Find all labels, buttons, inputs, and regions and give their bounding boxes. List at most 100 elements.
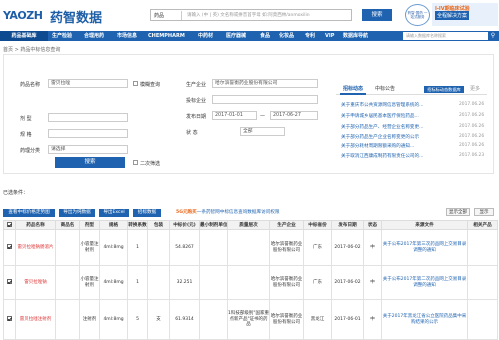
- secondary-filter-checkbox[interactable]: [133, 160, 138, 165]
- cell-date: 2017-06-01: [331, 299, 364, 340]
- cell-spec: 4ml:8mg: [99, 265, 128, 300]
- global-search-button[interactable]: 搜索: [362, 9, 392, 21]
- purchase-tip[interactable]: 5G元购买一条药智网中标信息查询数据库访问权限: [176, 209, 279, 215]
- nav-item-production[interactable]: 生产检验: [52, 31, 72, 41]
- row-checkbox[interactable]: [3, 299, 16, 340]
- date-from-input[interactable]: 2017-01-01: [212, 111, 257, 120]
- news-date: 2017.06.23: [459, 153, 485, 158]
- drug-name-label: 药品名称: [20, 82, 41, 88]
- cell-drug-name[interactable]: 雷贝拉唑注射剂: [15, 299, 56, 340]
- th: 来源文件: [381, 220, 468, 230]
- th: 状态: [363, 220, 382, 230]
- bid-data-button[interactable]: 招标数据: [133, 209, 161, 217]
- global-search-box[interactable]: 药品 请输入 (中 | 英) 文名称或拼音首字母 如:阿莫西林/anmoxili…: [150, 9, 352, 21]
- status-select[interactable]: 全部: [240, 127, 285, 136]
- news-date: 2017.06.26: [459, 143, 485, 148]
- cell-drug-name[interactable]: 雷贝拉唑钠肠溶片: [15, 229, 56, 266]
- cell-quality: [227, 265, 270, 300]
- cell-date: 2017-06-02: [331, 229, 364, 266]
- news-item[interactable]: 关于部分药品生产企业名称变更的公示: [341, 134, 419, 140]
- nav-item-herbs[interactable]: 中药材: [198, 31, 213, 41]
- table-header: 药品名称 商品名 剂型 规格 转换系数 包装 中标价(元) 最小制剂单位价格 质…: [3, 220, 498, 230]
- search-button[interactable]: 搜索: [55, 157, 125, 168]
- cell-related: [467, 299, 498, 340]
- cell-related: [467, 265, 498, 300]
- producer-label: 生产企业: [186, 82, 207, 88]
- table-row: 雷贝拉唑注射剂 注射剂 4ml:8mg 5 支 61.9314 1科技部级别"国…: [3, 299, 498, 340]
- producer-input[interactable]: 哈尔滨誉衡药业股份有限公司: [212, 79, 318, 88]
- promo-logo: 药智·国药 一站式服务: [405, 4, 430, 26]
- export-excel-button[interactable]: 导出Excel: [99, 209, 129, 217]
- news-item[interactable]: 关于取消江西康成制药有限责任公司的...: [341, 153, 423, 159]
- th: 规格: [99, 220, 128, 230]
- news-item[interactable]: 关于部分耗材周期限额采购的通知...: [341, 143, 414, 149]
- global-search-input[interactable]: 请输入 (中 | 英) 文名称或拼音首字母 如:阿莫西林/anmoxilin: [187, 12, 310, 18]
- nav-item-cosmetics[interactable]: 化妆品: [279, 31, 294, 41]
- cell-source[interactable]: 关于公布2017年第二次药品网上交易目录调整的通知: [381, 265, 468, 300]
- th: 最小制剂单位价格: [199, 220, 228, 230]
- nav-item-patent[interactable]: 专利: [305, 31, 315, 41]
- cell-source[interactable]: 关于公布2017年第三次药品网上交易目录调整的通知: [381, 229, 468, 266]
- cell-unit-price: [199, 229, 228, 266]
- news-item[interactable]: 关于部分药品生产、经营企业名称变更...: [341, 124, 423, 130]
- news-date: 2017.06.26: [459, 113, 485, 118]
- cell-source[interactable]: 关于2017年黑龙江省公立医院药品集中采购结果的公示: [381, 299, 468, 340]
- th: 发布日期: [331, 220, 364, 230]
- cell-status: 中: [363, 229, 382, 266]
- cell-price: 61.9314: [169, 299, 200, 340]
- th: 质量层次: [227, 220, 270, 230]
- search-icon[interactable]: ⚲: [489, 32, 497, 40]
- tab-bid-news[interactable]: 招标动态: [340, 84, 366, 95]
- news-item[interactable]: 关于申请城乡居民基本医疗保险药品...: [341, 113, 419, 119]
- bid-company-label: 投标企业: [186, 98, 207, 104]
- selected-conditions: 已选条件：: [3, 190, 29, 196]
- row-checkbox[interactable]: [3, 229, 16, 266]
- cell-status: 中: [363, 299, 382, 340]
- price-trend-button[interactable]: 查看中标价格走势图: [3, 209, 55, 217]
- cell-form: 注射剂: [79, 299, 100, 340]
- cell-spec: 4ml:8mg: [99, 229, 128, 266]
- dosage-input[interactable]: [48, 113, 128, 122]
- drug-name-input[interactable]: 雷贝拉唑: [48, 79, 128, 88]
- nav-item-vip[interactable]: VIP: [325, 31, 334, 41]
- nav-search-input[interactable]: 请输入数据库名称搜索: [403, 32, 488, 40]
- nav-item-market[interactable]: 市场信息: [117, 31, 137, 41]
- site-logo[interactable]: YAOZH: [3, 9, 43, 22]
- nav-item-food[interactable]: 食品: [260, 31, 270, 41]
- export-data-button[interactable]: 导出为纯数据: [59, 209, 95, 217]
- promo-banner[interactable]: I-IV期临床试验 全程解决方案: [432, 3, 498, 26]
- news-more-link[interactable]: 更多: [470, 84, 480, 95]
- nav-item-db-nav[interactable]: 数据库导航: [343, 31, 368, 41]
- cell-company: 哈尔滨誉衡药业股份有限公司: [269, 229, 304, 266]
- category-select[interactable]: 请选择: [48, 145, 128, 154]
- nav-item-rational-use[interactable]: 合理用药: [84, 31, 104, 41]
- dosage-label: 剂 型: [20, 116, 32, 122]
- th-select[interactable]: [3, 220, 16, 230]
- fuzzy-checkbox[interactable]: [133, 81, 138, 86]
- row-checkbox[interactable]: [3, 265, 16, 300]
- nav-item-chempharm[interactable]: CHEMPHARM: [148, 31, 185, 41]
- tab-award-notice[interactable]: 中标公告: [372, 84, 398, 95]
- news-tabs: 招标动态 中标公告 招标标动态数据库 更多: [336, 84, 487, 95]
- date-to-input[interactable]: 2017-06-27: [270, 111, 318, 120]
- th: 转换系数: [127, 220, 148, 230]
- bid-company-input[interactable]: [212, 95, 318, 104]
- nav-item-devices[interactable]: 医疗器械: [226, 31, 246, 41]
- nav-item-drug-base[interactable]: 药品基础库: [0, 31, 48, 41]
- bid-db-tag[interactable]: 招标标动态数据库: [424, 86, 464, 93]
- show-all-button[interactable]: 显示全部: [446, 208, 470, 216]
- cell-date: 2017-06-02: [331, 265, 364, 300]
- search-category-select[interactable]: 药品: [152, 11, 182, 20]
- news-item[interactable]: 关于重庆市公共资源网信息管理系统的...: [341, 102, 423, 108]
- cell-coef: 1: [127, 229, 148, 266]
- site-logo-cn[interactable]: 药智数据: [50, 7, 102, 26]
- th: 生产企业: [269, 220, 304, 230]
- display-options-button[interactable]: 显示: [474, 208, 494, 216]
- cell-company: 哈尔滨誉衡药业股份有限公司: [269, 299, 304, 340]
- th: 商品名: [55, 220, 80, 230]
- cell-drug-name[interactable]: 雷贝拉唑钠: [15, 265, 56, 300]
- cell-trade: [55, 265, 80, 300]
- spec-input[interactable]: [48, 129, 128, 138]
- promo-line2: 全程解决方案: [435, 11, 470, 20]
- main-nav: 药品基础库 生产检验 合理用药 市场信息 CHEMPHARM 中药材 医疗器械 …: [0, 31, 499, 41]
